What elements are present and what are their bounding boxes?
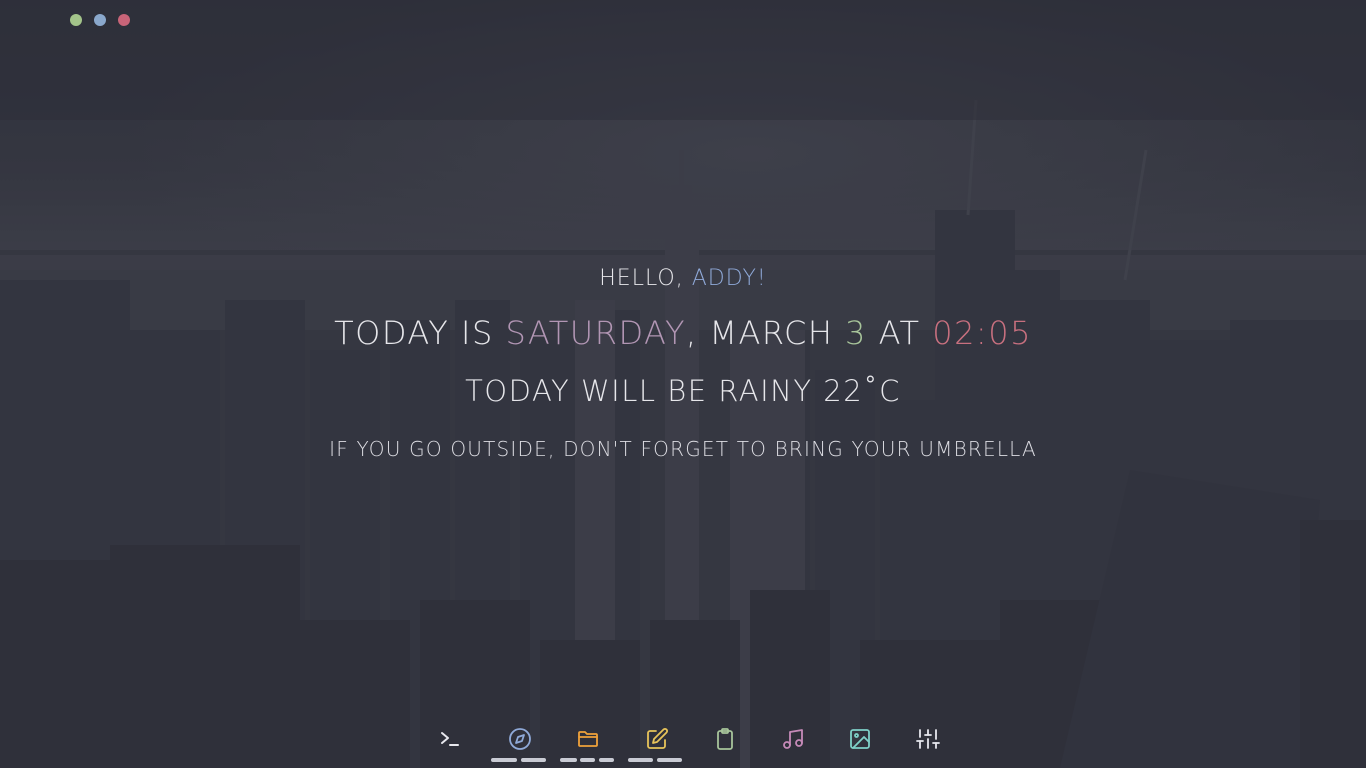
editor-button[interactable] <box>637 724 677 754</box>
clipboard-icon <box>717 728 733 750</box>
terminal-icon <box>441 732 459 746</box>
music-icon <box>783 729 803 749</box>
settings-button[interactable] <box>908 724 948 754</box>
terminal-button[interactable] <box>430 724 470 754</box>
user-name: ADDY! <box>691 266 767 291</box>
folder-icon <box>578 731 598 747</box>
clock-time: 02:05 <box>932 314 1032 352</box>
edit-icon <box>647 728 668 749</box>
image-icon <box>850 729 870 749</box>
close-button[interactable] <box>118 14 130 26</box>
running-indicator <box>599 758 614 762</box>
maximize-button[interactable] <box>94 14 106 26</box>
greeting-prefix: HELLO, <box>599 266 692 291</box>
dock <box>0 724 1366 768</box>
running-indicator <box>491 758 517 762</box>
files-button[interactable] <box>568 724 608 754</box>
clipboard-button[interactable] <box>705 724 745 754</box>
date-line: TODAY IS SATURDAY, MARCH 3 AT 02:05 <box>0 314 1366 352</box>
weekday: SATURDAY <box>505 314 686 352</box>
sliders-icon <box>916 729 940 749</box>
month-label: , MARCH <box>685 314 846 352</box>
weather-line: TODAY WILL BE RAINY 22˚C <box>465 374 901 408</box>
window-controls <box>70 14 130 26</box>
compass-icon <box>509 728 531 750</box>
day-number: 3 <box>845 314 867 352</box>
music-button[interactable] <box>773 724 813 754</box>
at-label: AT <box>866 314 933 352</box>
running-indicator <box>521 758 546 762</box>
minimize-button[interactable] <box>70 14 82 26</box>
running-indicator <box>580 758 595 762</box>
date-prefix: TODAY IS <box>334 314 506 352</box>
greeting-line: HELLO, ADDY! <box>0 266 1366 291</box>
browser-button[interactable] <box>500 724 540 754</box>
images-button[interactable] <box>840 724 880 754</box>
running-indicator <box>628 758 653 762</box>
running-indicator <box>560 758 577 762</box>
advice-line: IF YOU GO OUTSIDE, DON'T FORGET TO BRING… <box>329 437 1037 461</box>
running-indicator <box>657 758 682 762</box>
